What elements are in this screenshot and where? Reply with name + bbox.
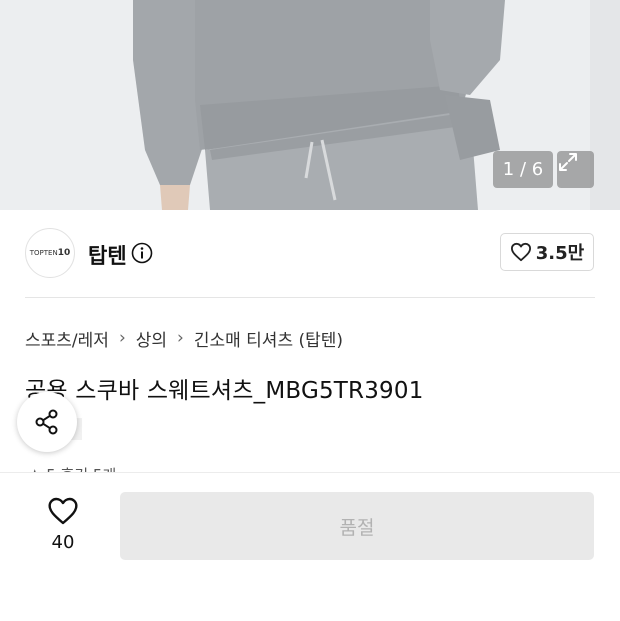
wishlist-count: 40: [51, 532, 75, 553]
brand-row: TOPTEN 10 탑텐 3.5만: [0, 210, 620, 298]
breadcrumb-item[interactable]: 상의: [136, 326, 167, 351]
share-button[interactable]: [17, 392, 77, 452]
brand-logo[interactable]: TOPTEN 10: [25, 228, 75, 278]
divider: [25, 297, 595, 298]
expand-icon: [559, 153, 577, 171]
brand-like-button[interactable]: 3.5만: [500, 233, 594, 271]
heart-icon: [510, 242, 531, 262]
breadcrumb: 스포츠/레저 › 상의 › 긴소매 티셔츠 (탑텐): [25, 326, 343, 351]
product-title: 공용 스쿠바 스웨트셔츠_MBG5TR3901: [25, 378, 424, 404]
breadcrumb-item[interactable]: 긴소매 티셔츠 (탑텐): [194, 326, 343, 351]
product-image[interactable]: 1 / 6: [0, 0, 620, 210]
soldout-button[interactable]: 품절: [120, 492, 594, 560]
brand-logo-text: TOPTEN: [29, 249, 58, 257]
brand-like-count: 3.5만: [535, 243, 585, 264]
chevron-right-icon: ›: [118, 328, 126, 348]
brand-logo-number: 10: [57, 248, 71, 258]
brand-name[interactable]: 탑텐: [88, 240, 127, 270]
info-icon[interactable]: [131, 242, 153, 264]
image-counter: 1 / 6: [493, 151, 553, 188]
expand-button[interactable]: [557, 151, 594, 188]
chevron-right-icon: ›: [177, 328, 184, 348]
breadcrumb-item[interactable]: 스포츠/레저: [25, 326, 109, 351]
share-icon: [35, 409, 58, 435]
wishlist-heart-icon[interactable]: [47, 496, 79, 526]
